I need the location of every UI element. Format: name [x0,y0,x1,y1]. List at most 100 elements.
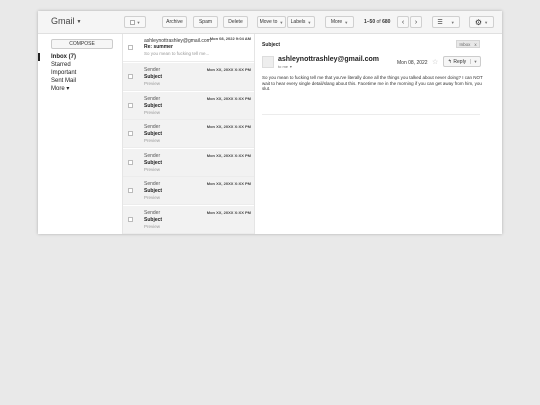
chevron-right-icon: › [414,18,418,26]
star-icon[interactable]: ☆ [432,58,438,66]
list-item[interactable]: Sender Mon XX, 20XX X:XX PM Subject Prev… [123,206,254,234]
message-subject: Subject [144,160,163,166]
message-preview: Preview [144,81,161,86]
message-preview: So you mean to fucking tell me... [144,51,210,56]
sidebar-item-label: Inbox (7) [51,54,76,60]
chevron-down-icon: ▼ [344,19,349,25]
delete-button[interactable]: Delete [223,16,248,28]
message-preview: Preview [144,138,161,143]
chevron-down-icon[interactable]: ▼ [470,59,480,64]
message-checkbox[interactable] [128,160,133,165]
close-icon[interactable]: x [474,42,476,47]
sidebar-item-more[interactable]: More ▾ [38,85,122,93]
divider [262,114,480,115]
list-item[interactable]: Sender Mon XX, 20XX X:XX PM Subject Prev… [123,177,254,205]
sidebar-item-sent-mail[interactable]: Sent Mail [38,77,122,85]
message-checkbox[interactable] [128,131,133,136]
select-all-dropdown[interactable]: ▼ [124,16,146,28]
pager-of: of [376,19,381,25]
next-page-button[interactable]: › [410,16,422,28]
sidebar-item-inbox[interactable]: Inbox (7) [38,53,122,61]
email-body: So you mean to fucking tell me that you'… [262,75,483,91]
chevron-down-icon: ▼ [136,19,141,25]
message-date: Mon XX, 20XX X:XX PM [206,210,251,215]
reply-button[interactable]: ↰ Reply ▼ [443,56,481,67]
view-density-dropdown[interactable]: ☰ ▼ [432,16,460,28]
message-sender: Sender [144,210,161,216]
message-checkbox[interactable] [128,74,133,79]
gmail-menu[interactable]: Gmail ▼ [51,16,81,26]
more-dropdown[interactable]: More ▼ [325,16,354,28]
list-item[interactable]: Sender Mon XX, 20XX X:XX PM Subject Prev… [123,120,254,148]
archive-label: Archive [166,19,183,25]
gmail-logo: Gmail [51,16,75,26]
recipient-dropdown[interactable]: to me ▼ [278,64,293,69]
message-sender: Sender [144,96,161,102]
email-date: Mon 08, 2022 [397,60,428,66]
spam-button[interactable]: Spam [193,16,218,28]
delete-label: Delete [228,19,243,25]
list-item[interactable]: Sender Mon XX, 20XX X:XX PM Subject Prev… [123,149,254,177]
gear-icon: ⚙ [474,17,483,27]
message-checkbox[interactable] [128,103,133,108]
chevron-down-icon: ▼ [289,65,293,69]
recipient-label: to me [278,64,289,69]
avatar [262,56,274,68]
message-date: Mon XX, 20XX X:XX PM [206,181,251,186]
chevron-down-icon: ▼ [484,19,489,25]
settings-dropdown[interactable]: ⚙ ▼ [469,16,494,28]
sidebar-item-label: More ▾ [51,86,70,92]
message-preview: Preview [144,110,161,115]
chevron-down-icon: ▼ [450,19,455,25]
message-subject: Subject [144,188,163,194]
message-subject: Subject [144,131,163,137]
message-subject: Re: summer [144,44,173,50]
chevron-down-icon: ▼ [307,19,312,25]
message-checkbox[interactable] [128,45,133,50]
prev-page-button[interactable]: ‹ [397,16,409,28]
move-to-label: Move to [259,19,278,25]
message-date: Mon XX, 20XX X:XX PM [206,96,251,101]
list-item[interactable]: Sender Mon XX, 20XX X:XX PM Subject Prev… [123,63,254,91]
message-preview: Preview [144,224,161,229]
message-subject: Subject [144,103,163,109]
message-date: Mon XX, 20XX X:XX PM [206,124,251,129]
pagination-text: 1–50 of 680 [364,19,390,25]
message-sender: Sender [144,181,161,187]
reply-label: Reply [453,58,467,65]
top-toolbar: Gmail ▼ ▼ Archive Spam Delete Move to ▼ La… [38,11,502,34]
message-sender: Sender [144,153,161,159]
sidebar-item-important[interactable]: Important [38,69,122,77]
checkbox-icon [129,19,135,25]
compose-button[interactable]: COMPOSE [51,39,113,49]
message-date: Mon XX, 20XX X:XX PM [206,67,251,72]
gmail-window: Gmail ▼ ▼ Archive Spam Delete Move to ▼ La… [38,11,502,234]
archive-button[interactable]: Archive [162,16,187,28]
message-subject: Subject [144,74,163,80]
tag-label: Inbox [459,41,471,47]
compose-label: COMPOSE [69,41,95,47]
more-label: More [330,19,343,25]
sidebar-item-label: Sent Mail [51,78,77,84]
pager-range: 1–50 [364,19,376,25]
message-sender: Sender [144,67,161,73]
list-item[interactable]: Sender Mon XX, 20XX X:XX PM Subject Prev… [123,92,254,120]
sidebar-item-starred[interactable]: Starred [38,61,122,69]
list-item[interactable]: ashleynottrashley@gmail.com Mon 08, 2022… [123,34,254,62]
message-list: ashleynottrashley@gmail.com Mon 08, 2022… [122,34,255,234]
sidebar-item-label: Important [51,70,77,76]
sidebar: COMPOSE Inbox (7) Starred Important Sent… [38,34,122,234]
labels-label: Labels [290,19,306,25]
message-sender: Sender [144,124,161,130]
labels-dropdown[interactable]: Labels ▼ [287,16,315,28]
message-date: Mon 08, 2022 9:04 AM [209,36,251,41]
chevron-down-icon: ▼ [279,19,284,25]
list-view-icon: ☰ [437,19,443,26]
email-subject: Subject [262,42,281,48]
sidebar-item-label: Starred [51,62,71,68]
move-to-dropdown[interactable]: Move to ▼ [257,16,286,28]
spam-label: Spam [198,19,213,25]
pager-total: 680 [382,19,391,25]
message-checkbox[interactable] [128,217,133,222]
message-checkbox[interactable] [128,188,133,193]
